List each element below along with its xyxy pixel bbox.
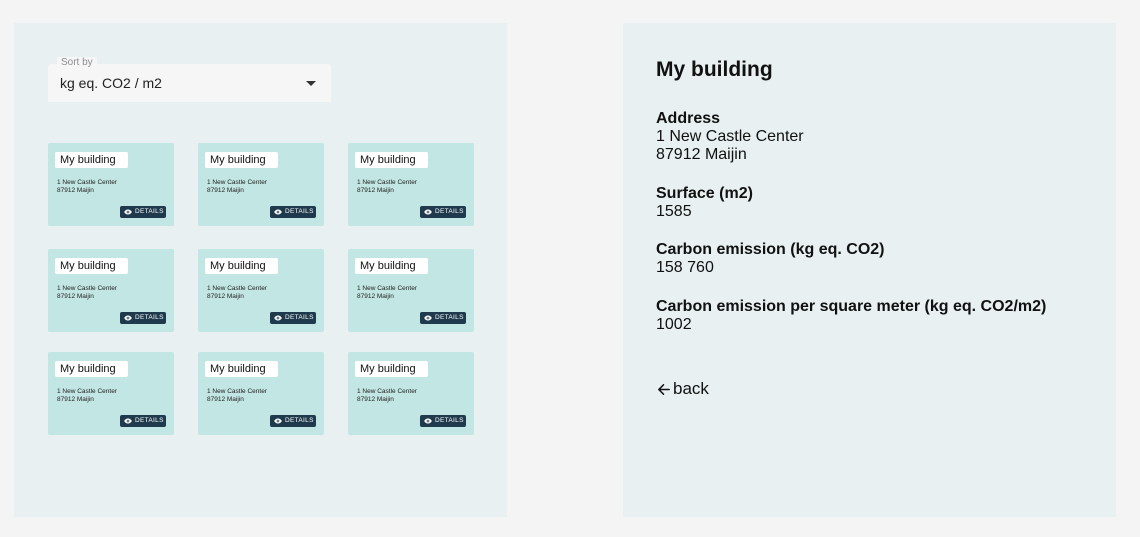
- card-address-line2: 87912 Maijin: [207, 293, 244, 300]
- card-title: My building: [355, 152, 428, 168]
- eye-icon: [424, 315, 432, 321]
- carbon-per-m2-label: Carbon emission per square meter (kg eq.…: [656, 298, 1047, 315]
- sort-select[interactable]: Sort by kg eq. CO2 / m2: [48, 57, 331, 102]
- card-address-line1: 1 New Castle Center: [57, 388, 117, 395]
- building-detail-panel: My building Address 1 New Castle Center …: [623, 23, 1116, 517]
- building-card[interactable]: My building 1 New Castle Center 87912 Ma…: [48, 352, 174, 435]
- card-address-line2: 87912 Maijin: [57, 187, 94, 194]
- address-line2: 87912 Maijin: [656, 146, 747, 163]
- details-button-label: DETAILS: [135, 208, 164, 215]
- card-title: My building: [55, 361, 128, 377]
- details-button-label: DETAILS: [285, 208, 314, 215]
- card-address-line2: 87912 Maijin: [357, 187, 394, 194]
- card-address-line1: 1 New Castle Center: [357, 285, 417, 292]
- card-title: My building: [355, 361, 428, 377]
- back-label: back: [673, 379, 709, 398]
- card-address-line2: 87912 Maijin: [357, 293, 394, 300]
- card-title: My building: [55, 258, 128, 274]
- surface-value: 1585: [656, 203, 692, 220]
- carbon-value: 158 760: [656, 259, 714, 276]
- eye-icon: [274, 418, 282, 424]
- card-address: 1 New Castle Center 87912 Maijin: [57, 179, 117, 195]
- card-title: My building: [205, 361, 278, 377]
- card-address-line1: 1 New Castle Center: [57, 285, 117, 292]
- address-line1: 1 New Castle Center: [656, 128, 804, 145]
- details-button[interactable]: DETAILS: [120, 312, 166, 324]
- eye-icon: [424, 209, 432, 215]
- card-address: 1 New Castle Center 87912 Maijin: [57, 388, 117, 404]
- details-button[interactable]: DETAILS: [270, 312, 316, 324]
- building-card[interactable]: My building 1 New Castle Center 87912 Ma…: [348, 352, 474, 435]
- arrow-left-icon: [658, 383, 670, 395]
- details-button-label: DETAILS: [435, 314, 464, 321]
- eye-icon: [424, 418, 432, 424]
- building-card[interactable]: My building 1 New Castle Center 87912 Ma…: [48, 143, 174, 226]
- eye-icon: [124, 418, 132, 424]
- eye-icon: [274, 315, 282, 321]
- card-address: 1 New Castle Center 87912 Maijin: [357, 179, 417, 195]
- card-address: 1 New Castle Center 87912 Maijin: [207, 285, 267, 301]
- details-button[interactable]: DETAILS: [420, 312, 466, 324]
- details-button[interactable]: DETAILS: [420, 415, 466, 427]
- address-label: Address: [656, 110, 721, 127]
- details-button-label: DETAILS: [435, 417, 464, 424]
- card-address-line1: 1 New Castle Center: [357, 179, 417, 186]
- card-address: 1 New Castle Center 87912 Maijin: [357, 285, 417, 301]
- details-button[interactable]: DETAILS: [420, 206, 466, 218]
- details-button[interactable]: DETAILS: [270, 415, 316, 427]
- card-address: 1 New Castle Center 87912 Maijin: [57, 285, 117, 301]
- card-title: My building: [205, 152, 278, 168]
- carbon-field: Carbon emission (kg eq. CO2) 158 760: [656, 241, 884, 277]
- carbon-per-m2-field: Carbon emission per square meter (kg eq.…: [656, 298, 1046, 334]
- card-title: My building: [55, 152, 128, 168]
- card-address-line1: 1 New Castle Center: [207, 388, 267, 395]
- carbon-label: Carbon emission (kg eq. CO2): [656, 241, 885, 258]
- surface-label: Surface (m2): [656, 185, 753, 202]
- card-address-line1: 1 New Castle Center: [357, 388, 417, 395]
- card-address: 1 New Castle Center 87912 Maijin: [207, 388, 267, 404]
- sort-label: Sort by: [57, 57, 97, 69]
- building-card[interactable]: My building 1 New Castle Center 87912 Ma…: [48, 249, 174, 332]
- building-card[interactable]: My building 1 New Castle Center 87912 Ma…: [198, 143, 324, 226]
- card-title: My building: [355, 258, 428, 274]
- card-address-line2: 87912 Maijin: [357, 396, 394, 403]
- carbon-per-m2-value: 1002: [656, 316, 692, 333]
- building-card[interactable]: My building 1 New Castle Center 87912 Ma…: [198, 352, 324, 435]
- building-card[interactable]: My building 1 New Castle Center 87912 Ma…: [348, 249, 474, 332]
- details-button[interactable]: DETAILS: [270, 206, 316, 218]
- building-card[interactable]: My building 1 New Castle Center 87912 Ma…: [198, 249, 324, 332]
- page-title: My building: [656, 58, 773, 81]
- card-address-line1: 1 New Castle Center: [207, 179, 267, 186]
- card-address-line1: 1 New Castle Center: [57, 179, 117, 186]
- building-list-panel: Sort by kg eq. CO2 / m2 My building 1 Ne…: [14, 23, 507, 517]
- eye-icon: [274, 209, 282, 215]
- caret-down-icon[interactable]: [306, 81, 316, 86]
- card-address-line1: 1 New Castle Center: [207, 285, 267, 292]
- details-button[interactable]: DETAILS: [120, 415, 166, 427]
- details-button-label: DETAILS: [285, 314, 314, 321]
- details-button[interactable]: DETAILS: [120, 206, 166, 218]
- card-address-line2: 87912 Maijin: [57, 396, 94, 403]
- card-address: 1 New Castle Center 87912 Maijin: [207, 179, 267, 195]
- building-grid: My building 1 New Castle Center 87912 Ma…: [48, 143, 478, 443]
- building-card[interactable]: My building 1 New Castle Center 87912 Ma…: [348, 143, 474, 226]
- eye-icon: [124, 209, 132, 215]
- card-address: 1 New Castle Center 87912 Maijin: [357, 388, 417, 404]
- card-address-line2: 87912 Maijin: [207, 396, 244, 403]
- card-address-line2: 87912 Maijin: [57, 293, 94, 300]
- back-link[interactable]: back: [656, 379, 709, 399]
- surface-field: Surface (m2) 1585: [656, 185, 753, 221]
- details-button-label: DETAILS: [435, 208, 464, 215]
- sort-value: kg eq. CO2 / m2: [60, 75, 162, 91]
- details-button-label: DETAILS: [135, 417, 164, 424]
- eye-icon: [124, 315, 132, 321]
- address-field: Address 1 New Castle Center 87912 Maijin: [656, 110, 804, 164]
- details-button-label: DETAILS: [135, 314, 164, 321]
- card-title: My building: [205, 258, 278, 274]
- card-address-line2: 87912 Maijin: [207, 187, 244, 194]
- details-button-label: DETAILS: [285, 417, 314, 424]
